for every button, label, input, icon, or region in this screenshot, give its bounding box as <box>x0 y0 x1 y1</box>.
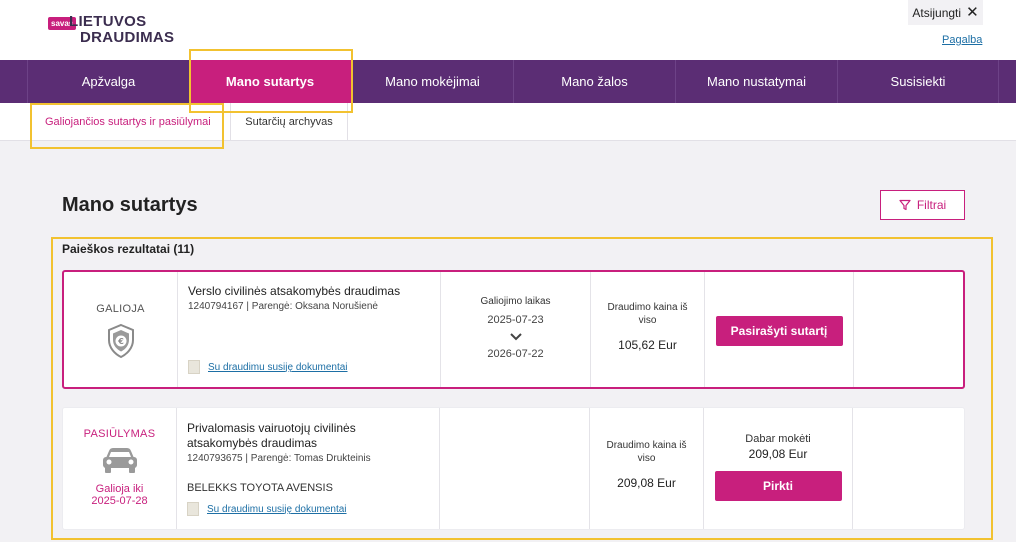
tab-label: Sutarčių archyvas <box>245 115 333 128</box>
price-label: Draudimo kaina iš viso <box>607 302 688 326</box>
action-column: Dabar mokėti 209,08 Eur Pirkti <box>704 408 853 529</box>
nav-item-label: Apžvalga <box>81 74 136 89</box>
contract-card[interactable]: GALIOJA € Verslo civilinės atsakomybės d… <box>62 270 965 389</box>
document-icon <box>187 502 199 516</box>
nav-item-label: Mano sutartys <box>225 74 315 89</box>
nav-item-overview[interactable]: Apžvalga <box>27 60 189 103</box>
price-value: 105,62 Eur <box>618 338 677 352</box>
contract-meta: 1240794167 | Parengė: Oksana Norušienė <box>188 301 378 312</box>
tab-contract-archive[interactable]: Sutarčių archyvas <box>230 103 348 140</box>
page-title: Mano sutartys <box>62 194 198 216</box>
contract-title: Verslo civilinės atsakomybės draudimas <box>188 284 401 298</box>
document-icon <box>188 360 200 374</box>
logout-label: Atsijungti <box>912 5 962 20</box>
chevron-down-icon <box>509 333 522 341</box>
status-column: PASIŪLYMAS Galioja iki 2025-07-28 <box>63 408 177 529</box>
tab-label: Galiojančios sutartys ir pasiūlymai <box>45 115 211 128</box>
filter-button[interactable]: Filtrai <box>880 190 965 220</box>
car-icon <box>102 448 137 473</box>
date-to: 2026-07-22 <box>487 348 544 360</box>
pay-now-value: 209,08 Eur <box>748 447 808 461</box>
lietuvos-draudimas-logo[interactable]: savas LIETUVOS DRAUDIMAS <box>48 13 174 52</box>
empty-column <box>853 408 964 529</box>
tab-active-contracts[interactable]: Galiojančios sutartys ir pasiūlymai <box>30 103 225 140</box>
documents-link[interactable]: Su draudimu susiję dokumentai <box>188 360 348 374</box>
contract-card[interactable]: PASIŪLYMAS Galioja iki 2025-07-28 Prival… <box>62 407 965 530</box>
price-value: 209,08 Eur <box>617 476 676 490</box>
filter-label: Filtrai <box>916 198 947 212</box>
logo-text-line1: LIETUVOS <box>69 13 147 30</box>
nav-item-label: Mano nustatymai <box>707 74 806 89</box>
main-nav: Apžvalga Mano sutartys Mano mokėjimai Ma… <box>0 60 1016 103</box>
price-column: Draudimo kaina iš viso 105,62 Eur <box>591 272 705 387</box>
logo-text-line2: DRAUDIMAS <box>80 29 175 46</box>
nav-item-contact[interactable]: Susisiekti <box>837 60 999 103</box>
documents-link-label: Su draudimu susiję dokumentai <box>207 503 347 515</box>
date-from: 2025-07-23 <box>487 314 544 326</box>
svg-text:€: € <box>117 337 124 346</box>
contract-meta: 1240793675 | Parengė: Tomas Drukteinis <box>187 453 371 464</box>
pay-now-label: Dabar mokėti <box>745 433 811 445</box>
valid-until-date: 2025-07-28 <box>91 495 148 507</box>
valid-until-label: Galioja iki <box>95 483 144 495</box>
status-column: GALIOJA € <box>64 272 178 387</box>
price-column: Draudimo kaina iš viso 209,08 Eur <box>590 408 704 529</box>
buy-button[interactable]: Pirkti <box>714 471 842 501</box>
vehicle-name: BELEKKS TOYOTA AVENSIS <box>187 482 333 494</box>
nav-item-my-payments[interactable]: Mano mokėjimai <box>351 60 513 103</box>
sign-contract-button[interactable]: Pasirašyti sutartį <box>715 316 843 346</box>
validity-column: Galiojimo laikas 2025-07-23 2026-07-22 <box>441 272 591 387</box>
validity-column <box>440 408 590 529</box>
nav-item-my-claims[interactable]: Mano žalos <box>513 60 675 103</box>
site-header: savas LIETUVOS DRAUDIMAS Atsijungti ✕ Pa… <box>0 0 1016 60</box>
contract-info-column: Privalomasis vairuotojų civilinės atsako… <box>177 408 440 529</box>
documents-link[interactable]: Su draudimu susiję dokumentai <box>187 502 347 516</box>
validity-label: Galiojimo laikas <box>480 296 551 307</box>
help-link[interactable]: Pagalba <box>942 34 982 46</box>
nav-item-label: Mano žalos <box>561 74 628 89</box>
status-badge: GALIOJA <box>96 303 145 315</box>
close-icon: ✕ <box>966 3 979 21</box>
contract-info-column: Verslo civilinės atsakomybės draudimas 1… <box>178 272 441 387</box>
filter-icon <box>899 199 911 211</box>
documents-link-label: Su draudimu susiję dokumentai <box>208 361 348 373</box>
nav-item-my-contracts[interactable]: Mano sutartys <box>189 60 351 103</box>
price-label: Draudimo kaina iš viso <box>606 440 687 464</box>
action-column: Pasirašyti sutartį <box>705 272 854 387</box>
status-badge: PASIŪLYMAS <box>83 428 156 440</box>
nav-item-my-settings[interactable]: Mano nustatymai <box>675 60 837 103</box>
nav-item-label: Susisiekti <box>890 74 946 89</box>
contract-title: Privalomasis vairuotojų civilinės atsako… <box>187 421 356 450</box>
sub-nav: Galiojančios sutartys ir pasiūlymai Suta… <box>0 103 1016 141</box>
nav-item-label: Mano mokėjimai <box>385 74 480 89</box>
logout-button[interactable]: Atsijungti ✕ <box>908 0 983 25</box>
shield-euro-icon: € <box>107 323 134 359</box>
results-count: Paieškos rezultatai (11) <box>62 242 195 256</box>
empty-column <box>854 272 965 387</box>
